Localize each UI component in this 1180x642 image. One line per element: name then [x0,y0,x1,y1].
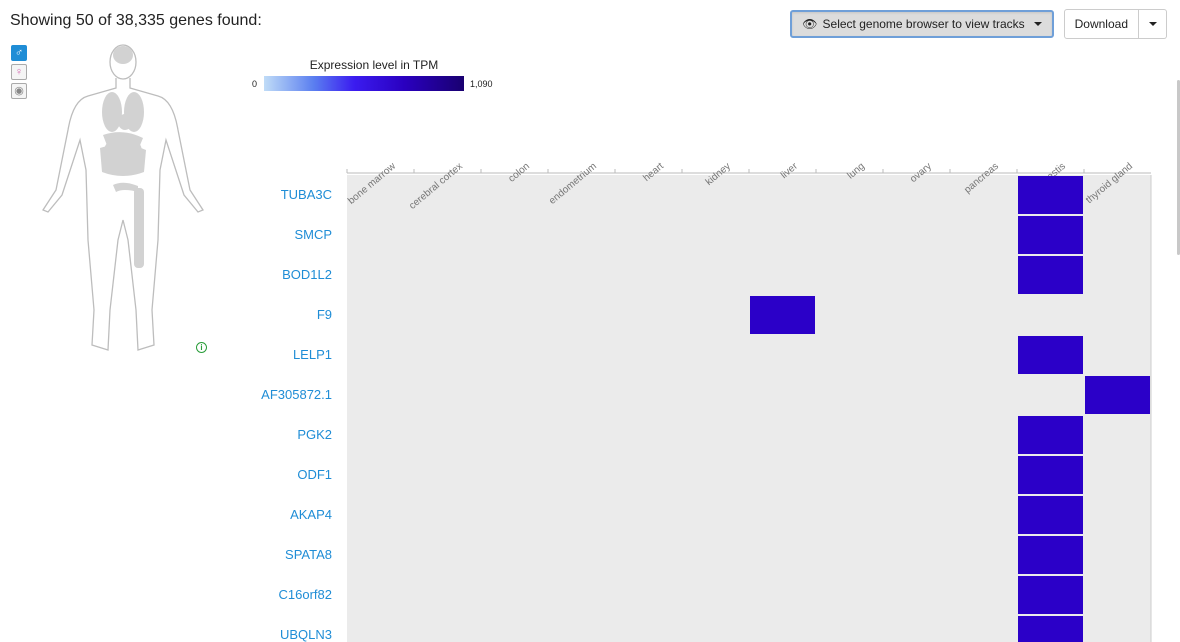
gene-row-label[interactable]: PGK2 [297,427,332,442]
gene-row-label[interactable]: F9 [317,307,332,322]
expression-cell[interactable] [1018,536,1083,574]
gene-row-label[interactable]: BOD1L2 [282,267,332,282]
expression-heatmap: bone marrow cerebral cortex colon endometri… [346,160,1152,642]
expression-cell[interactable] [1018,216,1083,254]
expression-cell[interactable] [1018,256,1083,294]
expression-cell[interactable] [1018,176,1083,214]
expression-cell[interactable] [1018,496,1083,534]
gene-row-label[interactable]: SMCP [294,227,332,242]
expression-cell[interactable] [1018,456,1083,494]
gene-row-label[interactable]: TUBA3C [281,187,332,202]
expression-cell[interactable] [1018,416,1083,454]
gene-row-label[interactable]: LELP1 [293,347,332,362]
gene-row-label[interactable]: UBQLN3 [280,627,332,642]
gene-row-label[interactable]: SPATA8 [285,547,332,562]
expression-cell[interactable] [1018,616,1083,642]
gene-row-label[interactable]: C16orf82 [279,587,332,602]
expression-cell[interactable] [750,296,815,334]
gene-row-label[interactable]: ODF1 [297,467,332,482]
expression-cell[interactable] [1018,336,1083,374]
expression-cell[interactable] [1085,376,1150,414]
gene-row-label[interactable]: AKAP4 [290,507,332,522]
expression-cell[interactable] [1018,576,1083,614]
gene-row-label[interactable]: AF305872.1 [261,387,332,402]
